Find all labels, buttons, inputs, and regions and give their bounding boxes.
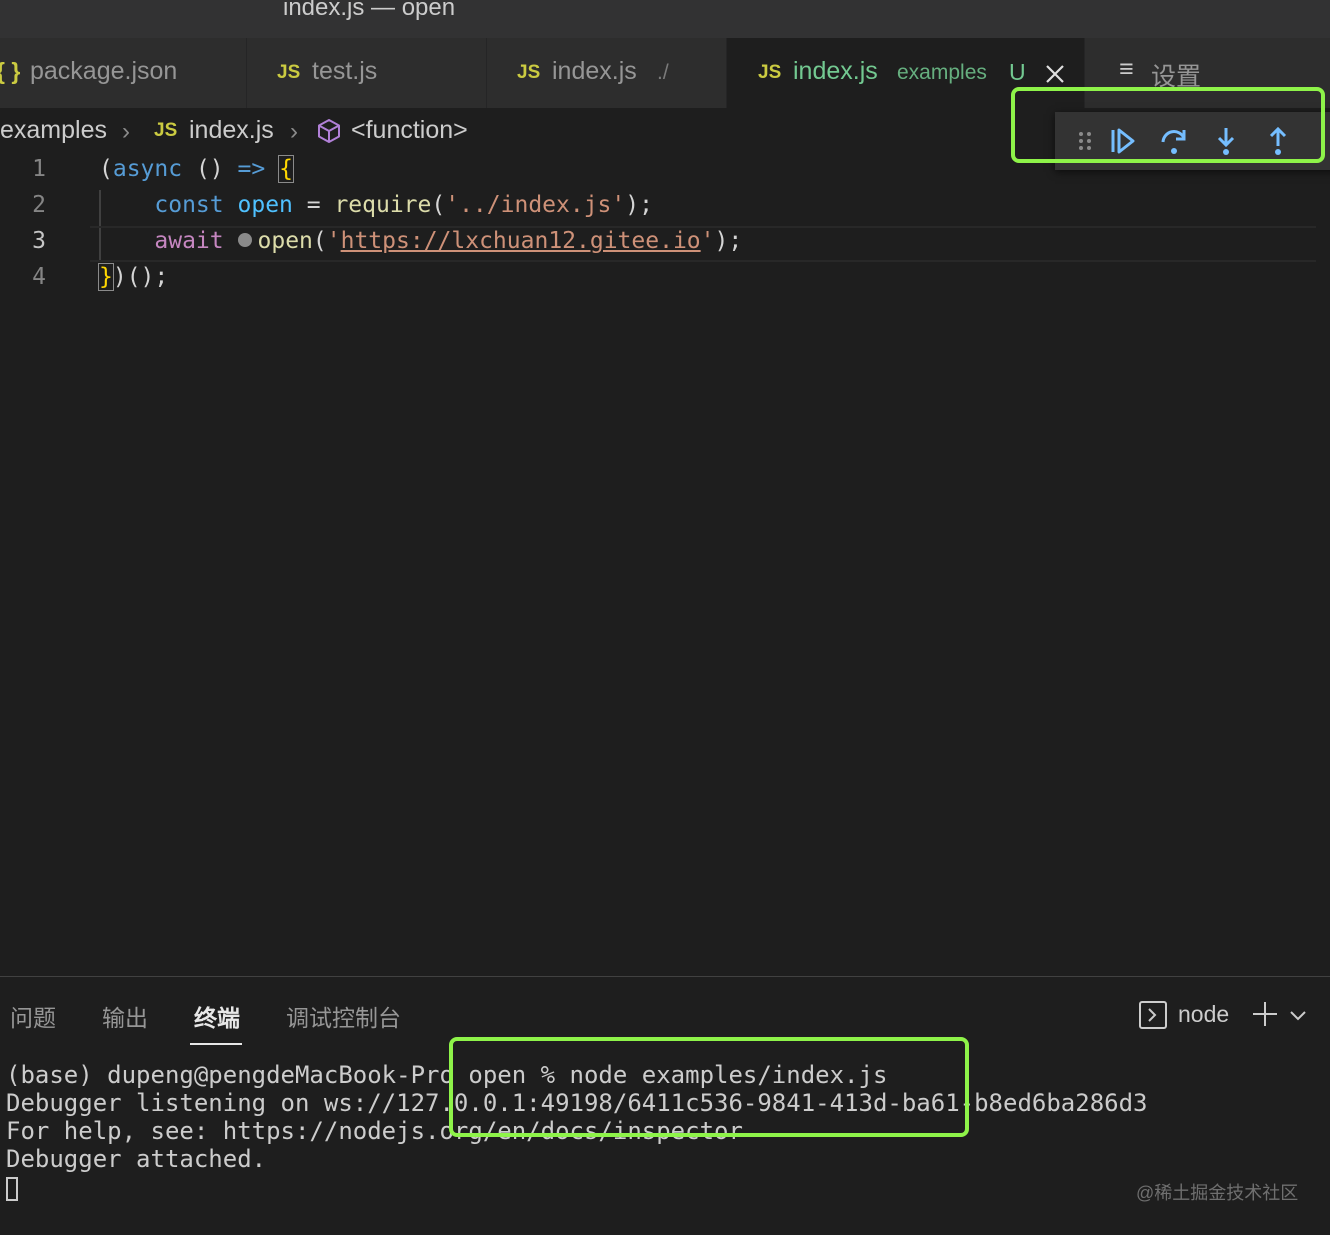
- tab-label: index.js: [552, 57, 637, 85]
- line-number: 4: [32, 264, 46, 290]
- line-number: 2: [32, 192, 46, 218]
- json-file-icon: { }: [0, 58, 21, 84]
- window-title: index.js — open: [283, 0, 456, 21]
- code-text: const open = require('../index.js');: [154, 192, 653, 218]
- terminal-icon: [1138, 1000, 1168, 1035]
- tab-label: test.js: [312, 57, 378, 85]
- tab-package-json[interactable]: { } package.json: [0, 38, 247, 108]
- tab-label: package.json: [30, 57, 178, 85]
- settings-icon: ≡: [1119, 55, 1134, 83]
- chevron-down-icon[interactable]: [1288, 1005, 1308, 1030]
- add-terminal-icon[interactable]: [1250, 999, 1280, 1034]
- js-file-icon: JS: [758, 62, 782, 83]
- title-bar: index.js — open: [0, 0, 1330, 38]
- terminal-line: Debugger attached.: [6, 1145, 267, 1173]
- chevron-right-icon: ›: [290, 118, 298, 145]
- tab-index-js-root[interactable]: JS index.js ./: [487, 38, 727, 108]
- tab-test-js[interactable]: JS test.js: [247, 38, 487, 108]
- js-file-icon: JS: [277, 62, 301, 83]
- terminal-selector[interactable]: node: [1178, 1001, 1229, 1028]
- line-number: 3: [32, 228, 46, 254]
- code-editor[interactable]: 1 (async () => { 2 const open = require(…: [0, 154, 1330, 976]
- code-text: await open('https://lxchuan12.gitee.io')…: [154, 228, 743, 254]
- annotation-highlight-box: [1011, 87, 1325, 163]
- watermark: @稀土掘金技术社区: [1136, 1183, 1299, 1203]
- breadcrumb-folder[interactable]: examples: [0, 116, 107, 145]
- line-number: 1: [32, 156, 46, 182]
- js-file-icon: JS: [154, 120, 178, 141]
- tab-terminal[interactable]: 终端: [194, 999, 240, 1033]
- terminal-cursor: [6, 1177, 18, 1201]
- symbol-cube-icon: [315, 117, 343, 150]
- breadcrumb-symbol[interactable]: <function>: [351, 116, 468, 145]
- tab-label: index.js: [793, 57, 878, 85]
- untracked-badge: U: [1009, 59, 1026, 85]
- code-line: 2 const open = require('../index.js');: [0, 190, 1330, 226]
- tab-description: ./: [657, 61, 669, 84]
- code-line-current: 3 await open('https://lxchuan12.gitee.io…: [0, 226, 1330, 262]
- tab-description: examples: [897, 61, 987, 84]
- active-tab-indicator: [190, 1043, 242, 1045]
- code-text: (async () => {: [99, 155, 294, 183]
- code-text: })();: [98, 263, 169, 291]
- annotation-highlight-box: [449, 1037, 969, 1137]
- code-line: 4 })();: [0, 262, 1330, 298]
- close-icon[interactable]: [1043, 62, 1067, 86]
- chevron-right-icon: ›: [122, 118, 130, 145]
- tab-output[interactable]: 输出: [102, 999, 148, 1033]
- breadcrumb-file[interactable]: index.js: [189, 116, 274, 145]
- js-file-icon: JS: [517, 62, 541, 83]
- tab-problems[interactable]: 问题: [10, 999, 56, 1033]
- inline-breakpoint-icon[interactable]: [237, 233, 252, 247]
- url-link: https://lxchuan12.gitee.io: [340, 228, 701, 254]
- tab-debug-console[interactable]: 调试控制台: [286, 999, 401, 1033]
